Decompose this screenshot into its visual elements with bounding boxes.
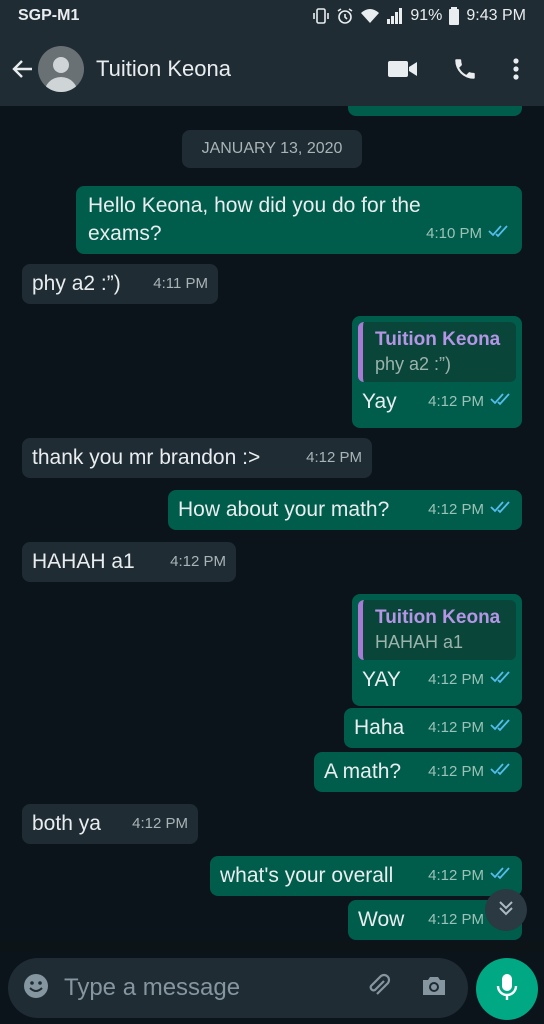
chat-header: Tuition Keona: [0, 32, 544, 106]
message-time: 4:12 PM: [428, 911, 484, 928]
read-ticks-icon: [488, 220, 510, 248]
message-time: 4:12 PM: [428, 763, 484, 780]
message-input-placeholder[interactable]: Type a message: [64, 974, 240, 1002]
read-ticks-icon: [490, 862, 512, 890]
message-text: Yay: [362, 390, 397, 413]
wifi-icon: [360, 7, 380, 25]
scroll-to-bottom-button[interactable]: [485, 889, 527, 931]
message-bubble-incoming[interactable]: both ya 4:12 PM: [22, 804, 198, 844]
message-bubble-incoming[interactable]: HAHAH a1 4:12 PM: [22, 542, 236, 582]
quoted-message[interactable]: Tuition Keona HAHAH a1: [358, 600, 516, 660]
message-time: 4:12 PM: [428, 867, 484, 884]
message-text: How about your math?: [178, 498, 390, 521]
message-text: A math?: [324, 760, 402, 783]
quoted-sender: Tuition Keona: [375, 329, 501, 350]
more-options-icon[interactable]: [512, 57, 520, 81]
carrier-label: SGP-M1: [18, 7, 80, 24]
message-time: 4:12 PM: [428, 719, 484, 736]
avatar[interactable]: [38, 46, 84, 92]
voice-call-icon[interactable]: [452, 56, 478, 82]
message-time: 4:12 PM: [428, 671, 484, 688]
message-bubble-partial: [348, 106, 522, 116]
contact-name[interactable]: Tuition Keona: [96, 56, 231, 82]
message-bubble-outgoing[interactable]: Hello Keona, how did you do for the exam…: [76, 186, 522, 254]
message-text: HAHAH a1: [32, 550, 135, 573]
message-bubble-outgoing-reply[interactable]: Tuition Keona phy a2 :”) Yay 4:12 PM: [352, 316, 522, 428]
read-ticks-icon: [490, 496, 512, 524]
message-bubble-outgoing[interactable]: How about your math? 4:12 PM: [168, 490, 522, 530]
status-bar: SGP-M1 91% 9:43 PM: [0, 0, 544, 32]
attach-icon[interactable]: [364, 972, 392, 1005]
message-text: thank you mr brandon :>: [32, 446, 261, 469]
quoted-message[interactable]: Tuition Keona phy a2 :”): [358, 322, 516, 382]
message-text: Haha: [354, 716, 405, 739]
message-time: 4:12 PM: [132, 815, 188, 832]
alarm-icon: [336, 7, 354, 25]
read-ticks-icon: [490, 714, 512, 742]
read-ticks-icon: [490, 666, 512, 694]
message-text: phy a2 :”): [32, 272, 121, 295]
voice-record-button[interactable]: [476, 958, 538, 1020]
message-input-box[interactable]: Type a message: [8, 958, 468, 1018]
microphone-icon: [496, 972, 518, 1007]
read-ticks-icon: [490, 758, 512, 786]
battery-icon: [448, 7, 460, 25]
message-text: Hello Keona, how did you do for the: [88, 194, 421, 217]
message-bubble-outgoing[interactable]: Haha 4:12 PM: [344, 708, 522, 748]
camera-icon[interactable]: [420, 974, 448, 1003]
message-bubble-outgoing[interactable]: what's your overall 4:12 PM: [210, 856, 522, 896]
message-time: 4:12 PM: [428, 501, 484, 518]
clock: 9:43 PM: [466, 7, 526, 24]
message-time: 4:12 PM: [170, 553, 226, 570]
vibrate-icon: [312, 7, 330, 25]
message-bubble-incoming[interactable]: thank you mr brandon :> 4:12 PM: [22, 438, 372, 478]
battery-percent: 91%: [410, 7, 443, 24]
message-bubble-outgoing[interactable]: A math? 4:12 PM: [314, 752, 522, 792]
back-arrow-icon[interactable]: [10, 56, 36, 82]
message-text: exams?: [88, 222, 162, 245]
quoted-text: HAHAH a1: [375, 632, 464, 652]
message-bubble-outgoing-reply[interactable]: Tuition Keona HAHAH a1 YAY 4:12 PM: [352, 594, 522, 706]
message-text: YAY: [362, 668, 401, 691]
signal-icon: [386, 7, 404, 25]
message-time: 4:12 PM: [306, 449, 362, 466]
composer-bar: Type a message: [0, 952, 544, 1024]
quoted-text: phy a2 :”): [375, 354, 452, 374]
message-text: what's your overall: [220, 864, 394, 887]
double-chevron-down-icon: [496, 898, 516, 923]
quoted-sender: Tuition Keona: [375, 607, 501, 628]
video-call-icon[interactable]: [388, 58, 418, 80]
date-chip: JANUARY 13, 2020: [182, 130, 362, 168]
message-list[interactable]: JANUARY 13, 2020 Hello Keona, how did yo…: [0, 106, 544, 942]
message-time: 4:11 PM: [153, 275, 208, 292]
message-time: 4:10 PM: [426, 225, 482, 242]
message-text: both ya: [32, 812, 101, 835]
message-time: 4:12 PM: [428, 393, 484, 410]
message-text: Wow: [358, 908, 405, 931]
status-icons: 91% 9:43 PM: [312, 7, 526, 25]
emoji-icon[interactable]: [22, 972, 50, 1005]
message-bubble-incoming[interactable]: phy a2 :”) 4:11 PM: [22, 264, 218, 304]
read-ticks-icon: [490, 388, 512, 416]
